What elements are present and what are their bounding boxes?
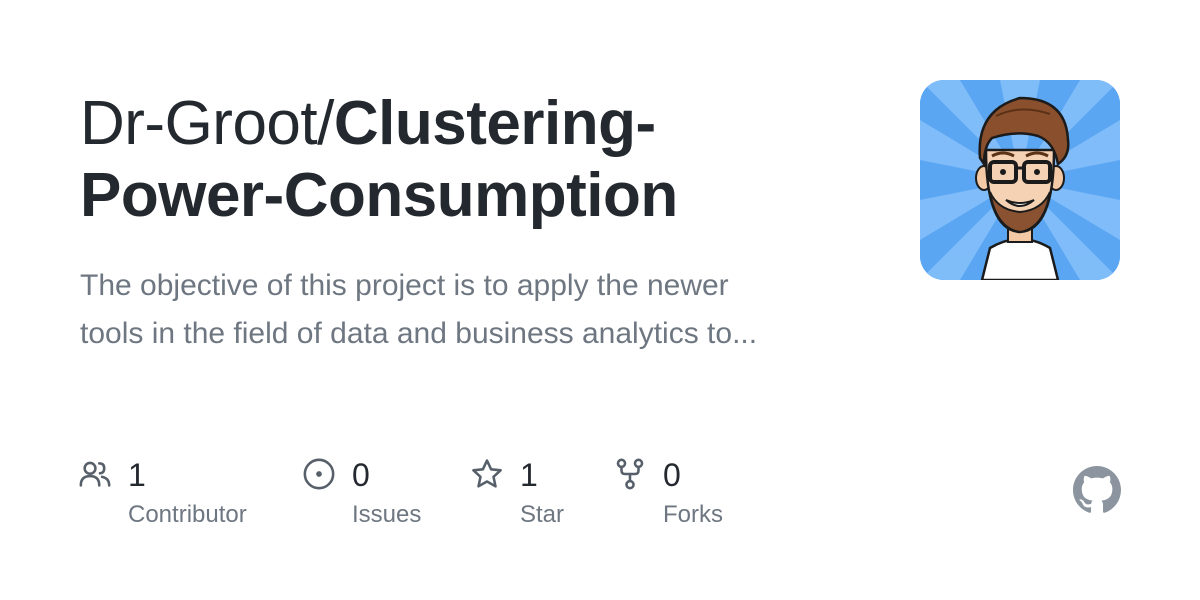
people-icon xyxy=(79,461,111,487)
repo-name-line-1: Clustering- xyxy=(333,89,656,158)
forks-count: 0 xyxy=(663,457,681,493)
owner-avatar[interactable] xyxy=(920,80,1120,280)
repo-owner: Dr-Groot/ xyxy=(80,89,334,158)
cartoon-avatar-icon xyxy=(920,80,1120,280)
description-line-1: The objective of this project is to appl… xyxy=(80,269,729,302)
repo-description: The objective of this project is to appl… xyxy=(80,262,850,358)
description-line-2: tools in the field of data and business … xyxy=(80,317,758,350)
issue-opened-icon xyxy=(303,458,335,490)
repo-title[interactable]: Dr-Groot/Clustering- Power-Consumption xyxy=(80,88,880,232)
forks-label: Forks xyxy=(663,501,723,528)
fork-icon xyxy=(616,458,644,490)
star-count: 1 xyxy=(520,457,538,493)
contributor-label: Contributor xyxy=(128,501,247,528)
star-icon xyxy=(472,459,502,488)
repo-name-line-2: Power-Consumption xyxy=(80,161,678,230)
contributor-count: 1 xyxy=(128,457,146,493)
github-logo-icon[interactable] xyxy=(1073,466,1121,514)
repo-social-card: Dr-Groot/Clustering- Power-Consumption Th… xyxy=(0,0,1200,600)
issues-count: 0 xyxy=(352,457,370,493)
issues-label: Issues xyxy=(352,501,422,528)
star-label: Star xyxy=(520,501,565,528)
